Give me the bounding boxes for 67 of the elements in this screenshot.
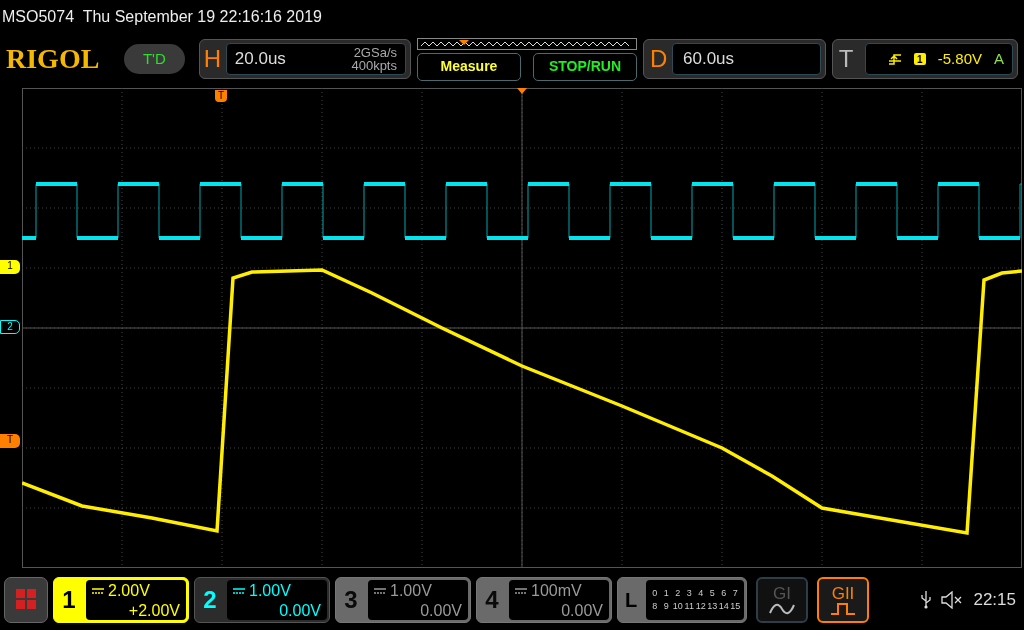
sample-rate: 2GSa/s <box>353 46 397 59</box>
channel-button[interactable]: 3 1.00V 0.00V <box>335 577 471 623</box>
channel-scale: 1.00V <box>390 581 432 601</box>
usb-icon <box>921 591 932 609</box>
trigger-mode: A <box>994 48 1004 69</box>
logic-channels-button[interactable]: L 0 1 2 3 4 5 6 7 8 9 10 11 12 13 14 15 <box>617 577 747 623</box>
logic-channel-number: 15 <box>729 600 741 613</box>
channel-number: 4 <box>484 585 500 615</box>
trigger-source: 1 <box>913 53 926 65</box>
memory-depth: 400kpts <box>351 59 397 72</box>
run-state-indicator: T'D <box>123 44 185 74</box>
channel-scale: 100mV <box>531 581 582 601</box>
logic-channel-number: 13 <box>706 600 718 613</box>
channel-number: 2 <box>202 585 218 615</box>
channel-offset: +2.00V <box>128 601 180 621</box>
clock: 22:15 <box>973 589 1016 612</box>
logic-channel-number: 10 <box>672 600 684 613</box>
timebase-value: 20.0us <box>234 48 287 71</box>
trigger-level-marker[interactable]: T <box>0 434 20 448</box>
rising-edge-icon <box>887 52 902 66</box>
logic-channel-number: 2 <box>674 587 682 600</box>
horizontal-label: H <box>203 44 223 74</box>
channel-button[interactable]: 4 100mV 0.00V <box>476 577 612 623</box>
channel-number: 3 <box>343 585 359 615</box>
dc-coupling-icon <box>233 588 245 594</box>
dc-coupling-icon <box>92 588 104 594</box>
channel-number: 1 <box>61 585 77 615</box>
logic-channel-number: 8 <box>651 600 659 613</box>
sine-wave-icon <box>769 603 795 615</box>
logic-channel-number: 12 <box>695 600 707 613</box>
status-line: MSO5074 Thu September 19 22:16:16 2019 <box>2 7 322 27</box>
logic-channel-number: 11 <box>683 600 695 613</box>
logic-channel-number: 14 <box>718 600 730 613</box>
channel-marker[interactable]: 1 <box>0 260 20 274</box>
channel-offset: 0.00V <box>420 601 462 621</box>
logic-channel-number: 6 <box>720 587 728 600</box>
logic-channel-number: 3 <box>685 587 693 600</box>
logic-channel-number: 7 <box>731 587 739 600</box>
delay-label: D <box>650 44 669 74</box>
grid-menu-icon <box>16 589 36 609</box>
trigger-level: -5.80V <box>937 48 982 69</box>
channel-button[interactable]: 1 2.00V +2.00V <box>53 577 189 623</box>
generator-button[interactable]: GII <box>817 577 869 623</box>
measure-button[interactable]: Measure <box>417 52 521 81</box>
center-marker-icon <box>517 88 527 94</box>
logic-label: L <box>623 588 639 613</box>
stop-run-button[interactable]: STOP/RUN <box>533 52 637 81</box>
pulse-wave-icon <box>830 603 856 615</box>
channel-scale: 2.00V <box>108 581 150 601</box>
logic-channel-number: 1 <box>662 587 670 600</box>
logo: RIGOL <box>6 42 101 76</box>
channel-offset: 0.00V <box>561 601 603 621</box>
channel-scale: 1.00V <box>249 581 291 601</box>
delay-value: 60.0us <box>683 48 735 71</box>
trigger-label: T <box>838 44 855 74</box>
channel-button[interactable]: 2 1.00V 0.00V <box>194 577 330 623</box>
channel-offset: 0.00V <box>279 601 321 621</box>
channel-marker[interactable]: 2 <box>0 320 20 334</box>
logic-channel-number: 9 <box>662 600 670 613</box>
trigger-position-marker: T <box>215 90 227 102</box>
dc-coupling-icon <box>374 588 386 594</box>
dc-coupling-icon <box>515 588 527 594</box>
logic-channel-number: 5 <box>708 587 716 600</box>
logic-channel-number: 0 <box>651 587 659 600</box>
menu-button[interactable] <box>4 577 48 623</box>
speaker-muted-icon <box>941 591 964 609</box>
logic-channel-number: 4 <box>697 587 705 600</box>
